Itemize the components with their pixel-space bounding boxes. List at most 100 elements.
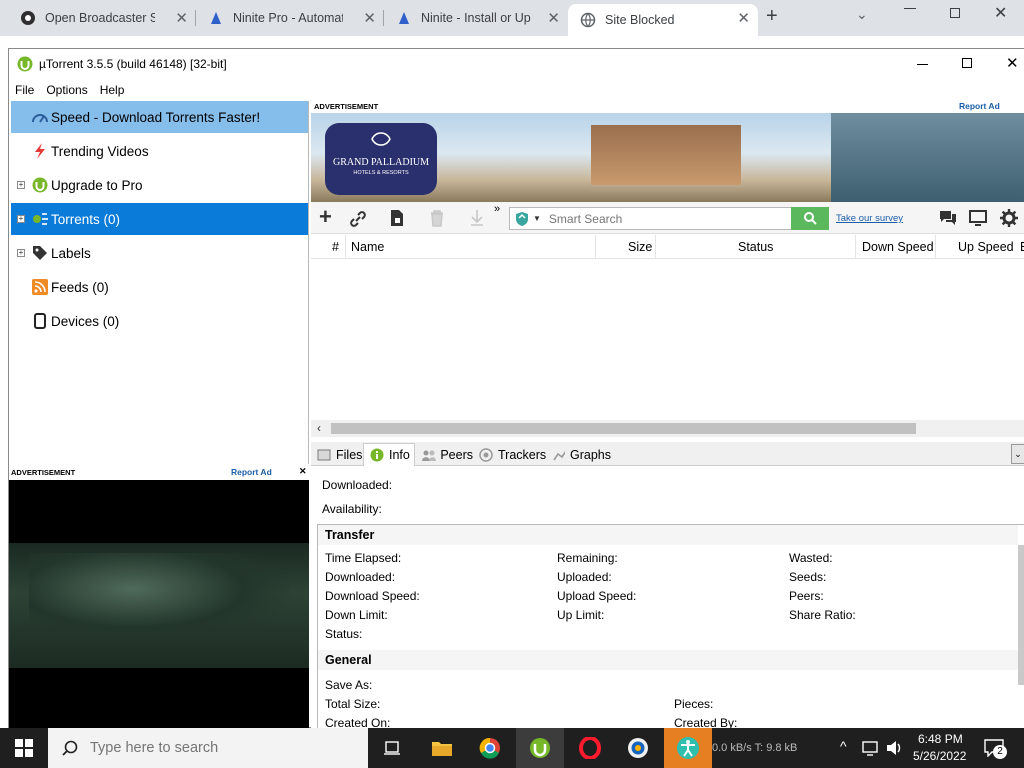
browser-tab-site-blocked[interactable]: Site Blocked ✕ <box>568 4 758 36</box>
report-ad-link[interactable]: Report Ad <box>959 101 1000 111</box>
trash-icon[interactable] <box>429 209 445 227</box>
info-panel: Downloaded: Availability: Transfer Time … <box>311 467 1024 730</box>
hidden-status-text: 0.0 kB/s T: 9.8 kB <box>712 742 798 754</box>
new-tab-button[interactable]: + <box>766 5 778 28</box>
add-link-icon[interactable] <box>349 210 367 228</box>
report-ad-link[interactable]: Report Ad <box>231 467 272 477</box>
tab-graphs[interactable]: Graphs <box>547 443 611 466</box>
volume-icon[interactable] <box>886 740 904 756</box>
taskbar-explorer[interactable] <box>418 728 466 768</box>
browser-close-button[interactable]: ✕ <box>994 3 1007 23</box>
brand-subtitle: HOTELS & RESORTS <box>353 170 409 176</box>
taskbar-search[interactable] <box>48 728 368 768</box>
chat-icon[interactable] <box>939 210 957 226</box>
speed-icon <box>31 108 49 126</box>
column-header-status[interactable]: Status <box>738 240 773 254</box>
clock-time[interactable]: 6:48 PM <box>918 732 963 746</box>
column-header-down-speed[interactable]: Down Speed <box>862 240 934 254</box>
smart-search-box[interactable]: ▼ <box>509 207 829 230</box>
tab-label: Trackers <box>498 447 547 462</box>
ad-close-icon[interactable]: ✕ <box>299 466 307 477</box>
field-total-size: Total Size: <box>325 697 381 711</box>
add-torrent-icon[interactable]: + <box>319 206 332 228</box>
sidebar-item-devices[interactable]: Devices (0) <box>11 305 308 337</box>
collapse-panel-button[interactable]: ⌄ <box>1011 444 1024 464</box>
taskbar-brave[interactable] <box>614 728 662 768</box>
menu-file[interactable]: File <box>9 83 40 97</box>
taskbar-accessibility-app[interactable] <box>664 728 712 768</box>
column-divider <box>655 235 656 259</box>
close-icon[interactable]: ✕ <box>363 9 376 27</box>
sidebar-item-labels[interactable]: + Labels <box>11 237 308 269</box>
sidebar-item-upgrade[interactable]: + Upgrade to Pro <box>11 169 308 201</box>
sidebar-item-feeds[interactable]: Feeds (0) <box>11 271 308 303</box>
smart-search-input[interactable] <box>548 211 769 226</box>
vertical-scrollbar[interactable] <box>1018 545 1024 685</box>
browser-tab-title: Open Broadcaster Softw <box>45 11 155 25</box>
search-dropdown-icon[interactable]: ▼ <box>533 214 541 223</box>
torrent-list[interactable]: # Name Size Status Down Speed Up Speed E <box>311 235 1024 435</box>
browser-tab-ninite-pro[interactable]: Ninite Pro - Automatic ✕ <box>196 4 384 32</box>
download-icon[interactable] <box>469 209 485 227</box>
sidebar-item-torrents[interactable]: + Torrents (0) <box>11 203 308 235</box>
left-ad-video[interactable] <box>9 480 309 729</box>
tab-files[interactable]: Files <box>311 443 363 466</box>
browser-tab-obs[interactable]: Open Broadcaster Softw ✕ <box>8 4 196 32</box>
search-icon <box>62 740 78 756</box>
close-icon[interactable]: ✕ <box>737 9 750 27</box>
taskbar-opera[interactable] <box>566 728 614 768</box>
sidebar-item-trending[interactable]: Trending Videos <box>11 135 308 167</box>
expand-icon[interactable]: + <box>17 181 25 189</box>
trackers-icon <box>479 447 493 462</box>
window-close-button[interactable]: ✕ <box>1006 54 1019 72</box>
taskbar-utorrent[interactable] <box>516 728 564 768</box>
survey-link[interactable]: Take our survey <box>836 213 903 224</box>
field-downloaded: Downloaded: <box>325 570 396 584</box>
scroll-left-icon[interactable]: ‹ <box>317 421 321 435</box>
expand-icon[interactable]: + <box>17 215 25 223</box>
create-torrent-icon[interactable] <box>389 209 405 227</box>
tab-label: Graphs <box>570 447 611 462</box>
browser-restore-button[interactable] <box>950 8 960 18</box>
hotel-ad-banner[interactable]: GRAND PALLADIUM HOTELS & RESORTS <box>311 113 1024 202</box>
minimize-button[interactable] <box>917 64 928 65</box>
expand-icon[interactable]: + <box>17 249 25 257</box>
search-button[interactable] <box>791 207 829 230</box>
maximize-button[interactable] <box>962 58 972 68</box>
column-header-name[interactable]: Name <box>351 240 384 254</box>
column-header-size[interactable]: Size <box>628 240 652 254</box>
tab-search-icon[interactable]: ⌄ <box>856 6 868 23</box>
search-icon <box>803 212 817 225</box>
field-uploaded: Uploaded: <box>557 570 612 584</box>
tab-peers[interactable]: Peers <box>415 443 473 466</box>
browser-tab-ninite[interactable]: Ninite - Install or Upda ✕ <box>384 4 568 32</box>
close-icon[interactable]: ✕ <box>175 9 188 27</box>
menu-help[interactable]: Help <box>94 83 131 97</box>
clock-date[interactable]: 5/26/2022 <box>913 749 966 763</box>
ninite-icon <box>399 12 409 24</box>
gear-icon[interactable] <box>1000 209 1018 227</box>
accessibility-icon <box>677 737 699 759</box>
task-view-button[interactable] <box>368 728 416 768</box>
column-header-number[interactable]: # <box>332 240 339 254</box>
utorrent-icon <box>31 176 49 194</box>
close-icon[interactable]: ✕ <box>547 9 560 27</box>
taskbar-chrome[interactable] <box>466 728 514 768</box>
show-hidden-icons-icon[interactable]: ^ <box>840 738 847 754</box>
tab-trackers[interactable]: Trackers <box>473 443 547 466</box>
menu-options[interactable]: Options <box>40 83 93 97</box>
remote-monitor-icon[interactable] <box>969 210 987 226</box>
column-header-eta[interactable]: E <box>1020 240 1024 254</box>
start-button[interactable] <box>0 728 48 768</box>
title-bar: µTorrent 3.5.5 (build 46148) [32-bit] ✕ <box>9 49 1024 79</box>
network-icon[interactable] <box>862 740 880 756</box>
scrollbar-thumb[interactable] <box>331 423 916 434</box>
sidebar-item-speed[interactable]: Speed - Download Torrents Faster! <box>11 101 308 133</box>
more-icon[interactable]: » <box>494 203 500 215</box>
taskbar-search-input[interactable] <box>90 740 360 756</box>
column-header-up-speed[interactable]: Up Speed <box>958 240 1014 254</box>
browser-minimize-button[interactable] <box>904 8 916 9</box>
utorrent-window: µTorrent 3.5.5 (build 46148) [32-bit] ✕ … <box>8 48 1024 730</box>
tab-info[interactable]: Info <box>363 443 415 466</box>
horizontal-scrollbar[interactable]: ‹ <box>311 420 1024 437</box>
